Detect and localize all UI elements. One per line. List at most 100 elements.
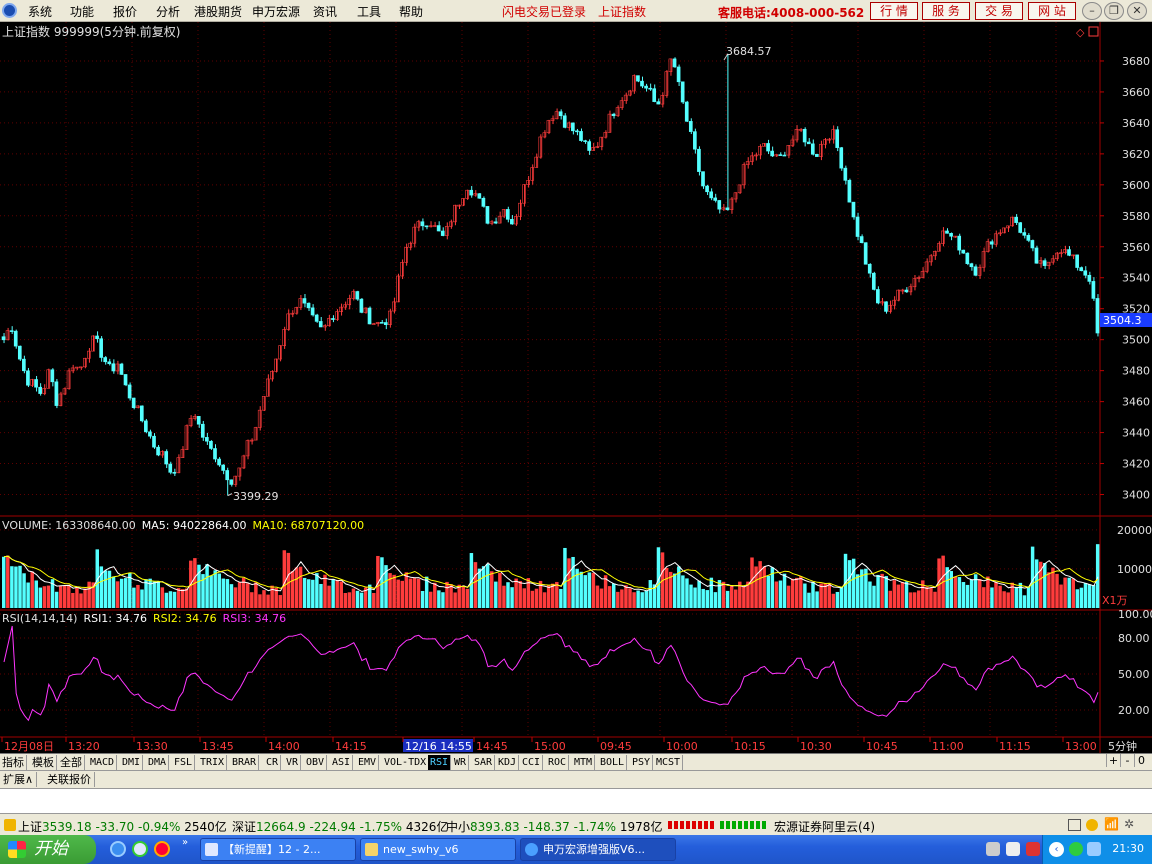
restore-icon[interactable]: ❐ xyxy=(1104,2,1124,20)
tab-dmi[interactable]: DMI xyxy=(120,755,144,770)
diamond-icon[interactable]: ◇ xyxy=(1076,26,1085,39)
settings-icon[interactable]: ✲ xyxy=(1124,817,1134,831)
volume-bar xyxy=(673,573,677,608)
tab-brar[interactable]: BRAR xyxy=(230,755,260,770)
volume-bar xyxy=(46,585,51,608)
zoom-out-button[interactable]: - xyxy=(1120,754,1134,767)
tab-emv[interactable]: EMV xyxy=(356,755,380,770)
tab-fsl[interactable]: FSL xyxy=(172,755,196,770)
related-quote-tab[interactable]: 关联报价 xyxy=(44,772,95,787)
tab-vr[interactable]: VR xyxy=(284,755,302,770)
expand-tab[interactable]: 扩展∧ xyxy=(0,772,38,787)
speaker-icon[interactable] xyxy=(1006,842,1020,856)
menu-hk-futures[interactable]: 港股期货 xyxy=(194,3,242,20)
tab-sar[interactable]: SAR xyxy=(472,755,496,770)
volume-bar xyxy=(441,592,445,608)
volume-bar xyxy=(982,587,986,608)
signal-icon[interactable]: 📶 xyxy=(1104,817,1119,831)
volume-bar xyxy=(815,591,819,608)
volume-bar xyxy=(294,567,299,608)
nav-service-button[interactable]: 服 务 xyxy=(922,2,970,20)
price-tick-label: 3420 xyxy=(1122,458,1150,471)
tab-dma[interactable]: DMA xyxy=(146,755,170,770)
broker-server[interactable]: 宏源证券阿里云(4) xyxy=(774,818,875,835)
lock-icon[interactable] xyxy=(4,819,16,831)
tab-roc[interactable]: ROC xyxy=(546,755,570,770)
zoom-in-button[interactable]: + xyxy=(1106,754,1120,767)
tab-macd[interactable]: MACD xyxy=(88,755,118,770)
candle-body xyxy=(871,272,876,290)
tab-cci[interactable]: CCI xyxy=(520,755,544,770)
menu-analysis[interactable]: 分析 xyxy=(156,3,180,20)
start-button[interactable]: 开始 xyxy=(0,835,96,864)
tab-wr[interactable]: WR xyxy=(452,755,470,770)
clock[interactable]: 21:30 xyxy=(1112,842,1144,855)
task-folder[interactable]: new_swhy_v6 xyxy=(360,838,516,861)
tray-app-icon[interactable] xyxy=(1026,842,1040,856)
network-icon[interactable] xyxy=(1087,842,1101,856)
app-icon xyxy=(525,843,538,856)
volume-bar xyxy=(961,582,966,608)
tray-collapse-icon[interactable]: ‹ xyxy=(1049,842,1064,857)
minimize-icon[interactable]: – xyxy=(1082,2,1102,20)
tab-obv[interactable]: OBV xyxy=(304,755,328,770)
candle-body xyxy=(26,370,30,386)
tab-asi[interactable]: ASI xyxy=(330,755,354,770)
tab-template[interactable]: 模板 xyxy=(30,755,57,770)
volume-bar xyxy=(697,580,701,608)
ie-icon[interactable] xyxy=(110,841,126,857)
tab-psy[interactable]: PSY xyxy=(630,755,654,770)
browser-icon[interactable] xyxy=(132,841,148,857)
candle-body xyxy=(693,131,697,150)
volume-bar xyxy=(286,552,291,608)
security-icon[interactable] xyxy=(1069,842,1083,856)
nav-website-button[interactable]: 网 站 xyxy=(1028,2,1076,20)
tab-kdj[interactable]: KDJ xyxy=(496,755,520,770)
candle-body xyxy=(583,140,587,142)
volume-bar xyxy=(681,575,685,608)
close-icon[interactable]: ✕ xyxy=(1127,2,1147,20)
candle-body xyxy=(705,185,709,193)
overflow-chevron-icon[interactable]: » xyxy=(182,837,188,848)
keyboard-icon[interactable] xyxy=(986,842,1000,856)
kline-chart[interactable]: 3680366036403620360035803560354035203500… xyxy=(0,22,1152,753)
volume-bar xyxy=(449,584,453,608)
menu-news[interactable]: 资讯 xyxy=(313,3,337,20)
tab-voltdx[interactable]: VOL-TDX xyxy=(382,755,430,770)
nav-trade-button[interactable]: 交 易 xyxy=(975,2,1023,20)
chrome-icon[interactable] xyxy=(154,841,170,857)
tab-boll[interactable]: BOLL xyxy=(598,755,628,770)
tab-cr[interactable]: CR xyxy=(264,755,282,770)
tab-mtm[interactable]: MTM xyxy=(572,755,596,770)
period-label[interactable]: 5分钟 xyxy=(1108,739,1137,753)
candle-body xyxy=(815,154,819,157)
candle-body xyxy=(688,121,693,132)
message-icon[interactable] xyxy=(1068,819,1081,831)
menu-system[interactable]: 系统 xyxy=(28,3,52,20)
tab-trix[interactable]: TRIX xyxy=(198,755,228,770)
app-logo-icon xyxy=(2,3,17,18)
task-label: new_swhy_v6 xyxy=(383,843,459,856)
menu-tools[interactable]: 工具 xyxy=(357,3,381,20)
tab-all[interactable]: 全部 xyxy=(58,755,85,770)
low-label: 3399.29 xyxy=(233,490,279,503)
menu-function[interactable]: 功能 xyxy=(70,3,94,20)
volume-bar xyxy=(628,588,632,608)
volume-bar xyxy=(522,588,526,608)
candle-body xyxy=(835,129,840,148)
tab-indicator[interactable]: 指标 xyxy=(0,755,27,770)
volume-bar xyxy=(477,568,482,608)
bell-icon[interactable] xyxy=(1086,819,1098,831)
task-swhy-app[interactable]: 申万宏源增强版V6... xyxy=(520,838,676,861)
tab-mcst[interactable]: MCST xyxy=(654,755,684,770)
tab-rsi[interactable]: RSI xyxy=(428,755,452,770)
time-axis-label: 15:00 xyxy=(534,740,566,753)
menu-help[interactable]: 帮助 xyxy=(399,3,423,20)
candle-body xyxy=(965,252,970,264)
reset-button[interactable]: 0 xyxy=(1134,754,1148,767)
nav-market-button[interactable]: 行 情 xyxy=(870,2,918,20)
task-reminder[interactable]: 【新提醒】12 - 2... xyxy=(200,838,356,861)
menu-swhy[interactable]: 申万宏源 xyxy=(252,3,300,20)
menu-quote[interactable]: 报价 xyxy=(113,3,137,20)
flash-trade-status[interactable]: 闪电交易已登录 xyxy=(502,3,586,20)
